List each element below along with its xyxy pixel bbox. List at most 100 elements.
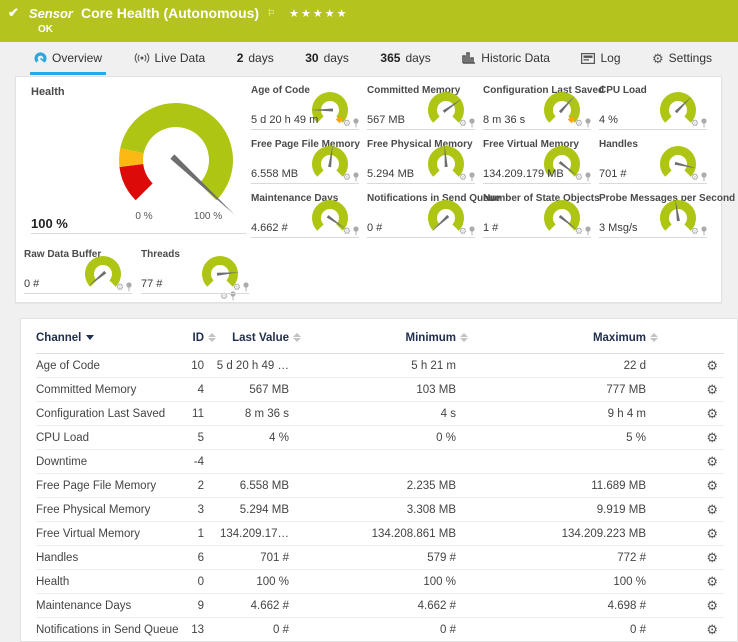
column-header-last[interactable]: Last Value [216,319,301,354]
channel-name[interactable]: Downtime [36,450,186,474]
pin-icon[interactable] [701,172,707,182]
gear-icon[interactable]: ⚙ [116,283,124,292]
channel-row-health[interactable]: Health0100 %100 %100 %⚙ [36,570,724,594]
channel-settings-icon[interactable]: ⚙ [706,598,718,613]
channel-row-downtime[interactable]: Downtime-4⚙ [36,450,724,474]
tile-value: 77 # [141,278,162,290]
channel-settings-icon[interactable]: ⚙ [706,454,718,469]
tab-30-days[interactable]: 30days [301,42,353,75]
gear-icon[interactable]: ⚙ [459,119,467,128]
gear-icon[interactable]: ⚙ [459,173,467,182]
channel-last-value [216,450,301,474]
channel-name[interactable]: Configuration Last Saved [36,402,186,426]
channel-name[interactable]: Maintenance Days [36,594,186,618]
gear-icon[interactable]: ⚙ [343,173,351,182]
channel-row-free-physical-memory[interactable]: Free Physical Memory35.294 MB3.308 MB9.9… [36,498,724,522]
channel-name[interactable]: CPU Load [36,426,186,450]
channel-row-age-of-code[interactable]: Age of Code105 d 20 h 49 …5 h 21 m22 d⚙ [36,354,724,378]
health-gauge-value: 100 % [31,216,68,231]
channel-minimum: 4.662 # [301,594,468,618]
tab-live-data[interactable]: Live Data [130,42,210,75]
tile-value: 5 d 20 h 49 m [251,114,318,126]
pin-icon[interactable] [243,282,249,292]
priority-stars[interactable]: ★★★★★ [289,7,348,20]
channel-row-free-page-file-memory[interactable]: Free Page File Memory26.558 MB2.235 MB11… [36,474,724,498]
gear-icon[interactable]: ⚙ [233,283,241,292]
health-gauge-title: Health [31,86,65,98]
pin-icon[interactable] [469,172,475,182]
channel-name[interactable]: Free Physical Memory [36,498,186,522]
tab-historic-data[interactable]: Historic Data [458,42,554,75]
pin-icon[interactable] [469,226,475,236]
gear-icon[interactable]: ⚙ [691,119,699,128]
channel-settings-icon[interactable]: ⚙ [706,406,718,421]
channel-name[interactable]: Age of Code [36,354,186,378]
channel-maximum: 0 # [468,618,658,642]
pin-icon[interactable] [353,226,359,236]
tab-settings[interactable]: ⚙Settings [648,42,716,75]
channel-name[interactable]: Free Page File Memory [36,474,186,498]
pin-icon[interactable] [469,118,475,128]
gear-icon[interactable]: ⚙ [575,119,583,128]
tab-365-days[interactable]: 365days [376,42,434,75]
overview-panel: Health 0 % 100 % 100 % ⚙ Age of Code5 d … [15,76,722,303]
flag-icon[interactable]: ⚐ [267,8,275,19]
channel-settings-icon[interactable]: ⚙ [706,574,718,589]
channel-name[interactable]: Handles [36,546,186,570]
gear-icon[interactable]: ⚙ [691,227,699,236]
pin-icon[interactable] [353,172,359,182]
column-header-min[interactable]: Minimum [301,319,468,354]
channel-last-value: 567 MB [216,378,301,402]
column-header-max[interactable]: Maximum [468,319,658,354]
channel-settings-icon[interactable]: ⚙ [706,502,718,517]
pin-icon[interactable] [701,118,707,128]
channel-row-free-virtual-memory[interactable]: Free Virtual Memory1134.209.17…134.208.8… [36,522,724,546]
gear-icon[interactable]: ⚙ [575,173,583,182]
gauge-tile-probe-messages-per-second: Probe Messages per Second3 Msg/s⚙ [599,193,707,238]
tile-icons: ⚙ [233,282,249,292]
gear-icon[interactable]: ⚙ [343,227,351,236]
historic-data-icon [462,52,476,64]
channel-row-notifications-in-send-queue[interactable]: Notifications in Send Queue130 #0 #0 #⚙ [36,618,724,642]
channel-settings-icon[interactable]: ⚙ [706,358,718,373]
channel-last-value: 100 % [216,570,301,594]
gauge-tile-free-page-file-memory: Free Page File Memory6.558 MB⚙ [251,139,359,184]
channel-settings-icon[interactable]: ⚙ [706,478,718,493]
channel-settings-icon[interactable]: ⚙ [706,526,718,541]
settings-gear-icon: ⚙ [652,52,664,65]
pin-icon[interactable] [585,172,591,182]
pin-icon[interactable] [701,226,707,236]
gear-icon[interactable]: ⚙ [691,173,699,182]
pin-icon[interactable] [353,118,359,128]
gear-icon[interactable]: ⚙ [575,227,583,236]
channel-last-value: 5 d 20 h 49 … [216,354,301,378]
channel-name[interactable]: Free Virtual Memory [36,522,186,546]
gear-icon[interactable]: ⚙ [343,119,351,128]
channel-row-handles[interactable]: Handles6701 #579 #772 #⚙ [36,546,724,570]
channel-settings-icon[interactable]: ⚙ [706,382,718,397]
channel-row-committed-memory[interactable]: Committed Memory4567 MB103 MB777 MB⚙ [36,378,724,402]
tab-2-days[interactable]: 2days [233,42,278,75]
column-header-id[interactable]: ID [186,319,216,354]
tab-overview[interactable]: Overview [30,42,106,75]
channel-row-configuration-last-saved[interactable]: Configuration Last Saved118 m 36 s4 s9 h… [36,402,724,426]
channel-row-cpu-load[interactable]: CPU Load54 %0 %5 %⚙ [36,426,724,450]
pin-icon[interactable] [585,226,591,236]
channel-row-maintenance-days[interactable]: Maintenance Days94.662 #4.662 #4.698 #⚙ [36,594,724,618]
channel-last-value: 8 m 36 s [216,402,301,426]
tab-log[interactable]: Log [577,42,624,75]
gauge-tile-cpu-load: CPU Load4 %⚙ [599,85,707,130]
tile-value: 1 # [483,222,498,234]
gear-icon[interactable]: ⚙ [459,227,467,236]
channel-last-value: 701 # [216,546,301,570]
channel-settings-icon[interactable]: ⚙ [706,430,718,445]
pin-icon[interactable] [126,282,132,292]
channel-settings-icon[interactable]: ⚙ [706,622,718,637]
channel-name[interactable]: Committed Memory [36,378,186,402]
channel-name[interactable]: Health [36,570,186,594]
column-header-channel[interactable]: Channel [36,319,186,354]
channel-settings-icon[interactable]: ⚙ [706,550,718,565]
pin-icon[interactable] [585,118,591,128]
tile-icons: ⚙ [575,172,591,182]
channel-name[interactable]: Notifications in Send Queue [36,618,186,642]
